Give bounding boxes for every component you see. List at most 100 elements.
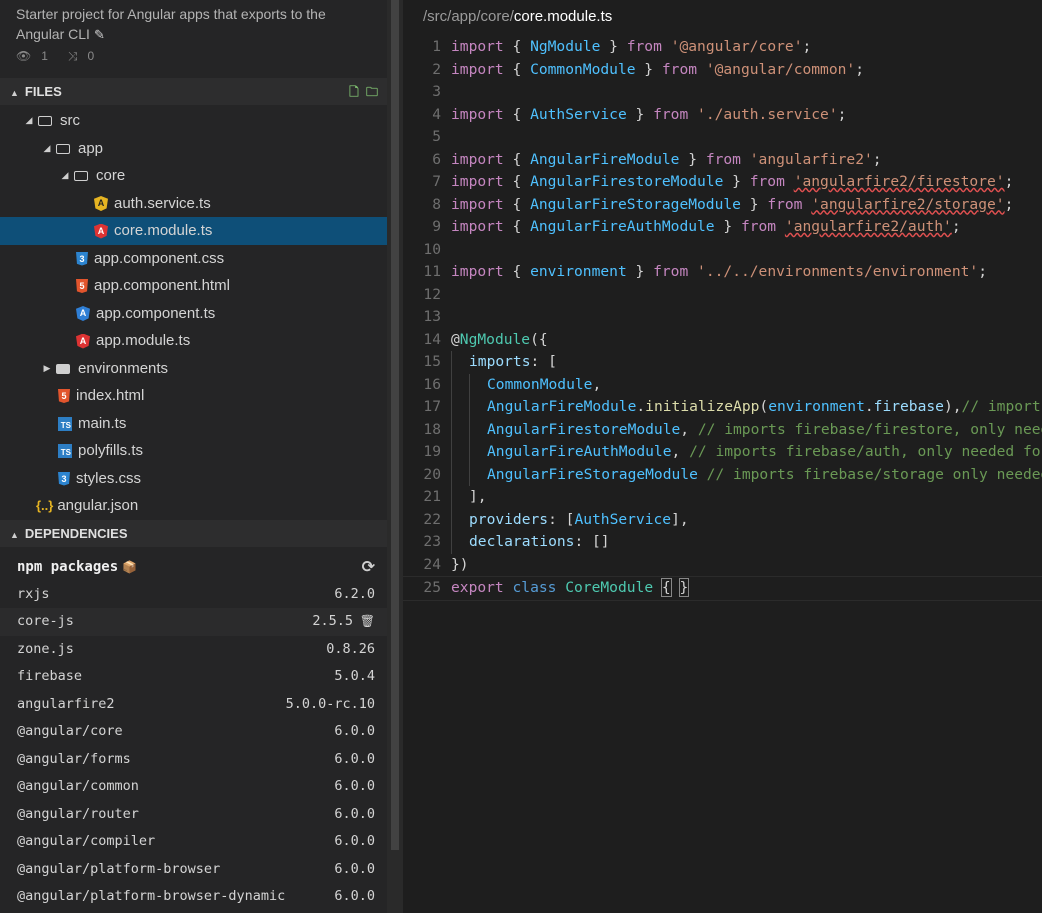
dependency-row[interactable]: core-js 2.5.5 🗑 xyxy=(0,608,387,636)
indent-guide xyxy=(469,463,487,486)
dependency-row[interactable]: angularfire2 5.0.0-rc.10 xyxy=(0,691,387,719)
code-line[interactable]: 5 xyxy=(403,126,1042,149)
tree-item-app-module[interactable]: Aapp.module.ts xyxy=(0,327,387,355)
code-token: CoreModule xyxy=(565,579,654,596)
css3-icon: 3 xyxy=(76,251,88,266)
code-line[interactable]: 13 xyxy=(403,306,1042,329)
code-token: ; xyxy=(872,150,882,168)
code-token: ; xyxy=(855,60,864,78)
code-token: , xyxy=(671,443,690,460)
tree-item-app-component-css[interactable]: 3 app.component.css xyxy=(0,245,387,273)
code-line[interactable]: 6 import { AngularFireModule } from 'angu… xyxy=(403,149,1042,172)
code-token: from xyxy=(767,195,803,213)
code-line[interactable]: 18 AngularFirestoreModule, // imports fir… xyxy=(403,418,1042,441)
sidebar-scrollbar[interactable] xyxy=(387,0,403,913)
code-token: { xyxy=(503,195,531,213)
scrollbar-thumb[interactable] xyxy=(391,0,399,850)
code-line[interactable]: 7 import { AngularFirestoreModule } from … xyxy=(403,171,1042,194)
pencil-icon[interactable]: ✎ xyxy=(94,27,105,42)
dependency-row[interactable]: zone.js 0.8.26 xyxy=(0,636,387,664)
expanded-arrow-icon: ◢ xyxy=(25,115,33,126)
code-line[interactable]: 25 export class CoreModule { } xyxy=(403,576,1042,601)
dependency-row[interactable]: @angular/platform-browser-dynamic 6.0.0 xyxy=(0,883,387,911)
code-line[interactable]: 8 import { AngularFireStorageModule } fro… xyxy=(403,194,1042,217)
code-token: AngularFireModule xyxy=(487,398,637,415)
code-line[interactable]: 24}) xyxy=(403,554,1042,577)
dependency-row[interactable]: @angular/forms 6.0.0 xyxy=(0,746,387,774)
angular-component-icon: A xyxy=(76,306,90,322)
code-line[interactable]: 2 import { CommonModule } from '@angular/… xyxy=(403,59,1042,82)
dependency-row[interactable]: @angular/core 6.0.0 xyxy=(0,718,387,746)
code-line[interactable]: 23 declarations: [] xyxy=(403,531,1042,554)
folder-closed-icon xyxy=(56,363,70,374)
tree-item-index-html[interactable]: 5 index.html xyxy=(0,382,387,410)
tree-item-auth-service[interactable]: Aauth.service.ts xyxy=(0,190,387,218)
tree-item-core-module[interactable]: Acore.module.ts xyxy=(0,217,387,245)
tree-item-app-component-html[interactable]: 5 app.component.html xyxy=(0,272,387,300)
dependency-row[interactable]: @angular/common 6.0.0 xyxy=(0,773,387,801)
code-line[interactable]: 4 import { AuthService } from './auth.ser… xyxy=(403,104,1042,127)
code-line[interactable]: 10 xyxy=(403,239,1042,262)
indent-guide xyxy=(469,373,487,396)
dependencies-section-header[interactable]: ▲ DEPENDENCIES xyxy=(0,519,387,547)
trash-icon[interactable]: 🗑 xyxy=(360,608,375,636)
tree-item-main-ts[interactable]: TS main.ts xyxy=(0,410,387,438)
code-line[interactable]: 22 providers: [AuthService], xyxy=(403,508,1042,531)
code-line[interactable]: 19 AngularFireAuthModule, // imports fire… xyxy=(403,441,1042,464)
tree-item-core[interactable]: ◢ core xyxy=(0,162,387,190)
code-line[interactable]: 16 CommonModule, xyxy=(403,373,1042,396)
json-icon: {..} xyxy=(36,498,54,514)
code-token: ; xyxy=(802,38,812,55)
code-line[interactable]: 9 import { AngularFireAuthModule } from '… xyxy=(403,216,1042,239)
tree-item-app-component-ts[interactable]: Aapp.component.ts xyxy=(0,300,387,328)
code-token: class xyxy=(512,579,557,596)
code-token: } xyxy=(740,195,768,213)
tree-item-polyfills-ts[interactable]: TS polyfills.ts xyxy=(0,437,387,465)
code-token: from xyxy=(626,38,662,55)
code-token: }) xyxy=(451,555,469,573)
file-tree: ◢ src ◢ app ◢ core Aauth.service.ts Acore.m… xyxy=(0,105,387,520)
angular-icon: A xyxy=(94,223,108,239)
code-line[interactable]: 21], xyxy=(403,486,1042,509)
code-line[interactable]: 15 imports: [ xyxy=(403,351,1042,374)
tree-item-app[interactable]: ◢ app xyxy=(0,135,387,163)
dependency-row[interactable]: rxjs 6.2.0 xyxy=(0,581,387,609)
code-token: AngularFireModule xyxy=(530,150,680,168)
code-editor[interactable]: /src/app/core/core.module.ts 1 import { N… xyxy=(403,0,1042,913)
code-area[interactable]: 1 import { NgModule } from '@angular/core… xyxy=(403,36,1042,601)
code-token: { xyxy=(503,60,531,78)
dependency-row[interactable]: @angular/compiler 6.0.0 xyxy=(0,828,387,856)
indent-guide xyxy=(469,441,487,464)
new-folder-icon[interactable]: 🗀 xyxy=(363,79,381,106)
files-section-header[interactable]: ▲ FILES 🗋 🗀 xyxy=(0,78,387,105)
tree-item-angular-json[interactable]: {..} angular.json xyxy=(0,492,387,520)
tree-item-src[interactable]: ◢ src xyxy=(0,107,387,135)
dependency-row[interactable]: firebase 5.0.4 xyxy=(0,663,387,691)
line-number: 23 xyxy=(423,533,441,550)
code-token: from xyxy=(653,105,689,123)
new-file-icon[interactable]: 🗋 xyxy=(345,79,363,106)
code-line[interactable]: 17 AngularFireModule.initializeApp(enviro… xyxy=(403,396,1042,419)
code-line[interactable]: 12 xyxy=(403,284,1042,307)
code-line[interactable]: 1 import { NgModule } from '@angular/core… xyxy=(403,36,1042,59)
code-token: NgModule xyxy=(530,38,601,55)
indent-guide xyxy=(451,351,469,374)
code-token: initializeApp xyxy=(645,398,760,415)
code-line[interactable]: 14 @NgModule({ xyxy=(403,329,1042,352)
tree-item-environments[interactable]: ▶ environments xyxy=(0,355,387,383)
code-token: // imports firebase/firestore, only need… xyxy=(697,420,1042,438)
code-line[interactable]: 11 import { environment } from '../../env… xyxy=(403,261,1042,284)
code-token: imports xyxy=(469,353,531,370)
code-line[interactable]: 20 AngularFireStorageModule // imports fi… xyxy=(403,463,1042,486)
indent-guide xyxy=(451,508,469,531)
code-token: AuthService xyxy=(530,105,627,123)
line-number: 20 xyxy=(423,465,441,483)
code-token: // imports firebase/app needed for every… xyxy=(961,398,1042,415)
line-number: 24 xyxy=(423,555,441,573)
dependency-row[interactable]: @angular/router 6.0.0 xyxy=(0,801,387,829)
code-line[interactable]: 3 xyxy=(403,81,1042,104)
tree-item-styles-css[interactable]: 3 styles.css xyxy=(0,465,387,493)
dependency-row[interactable]: @angular/platform-browser 6.0.0 xyxy=(0,856,387,884)
